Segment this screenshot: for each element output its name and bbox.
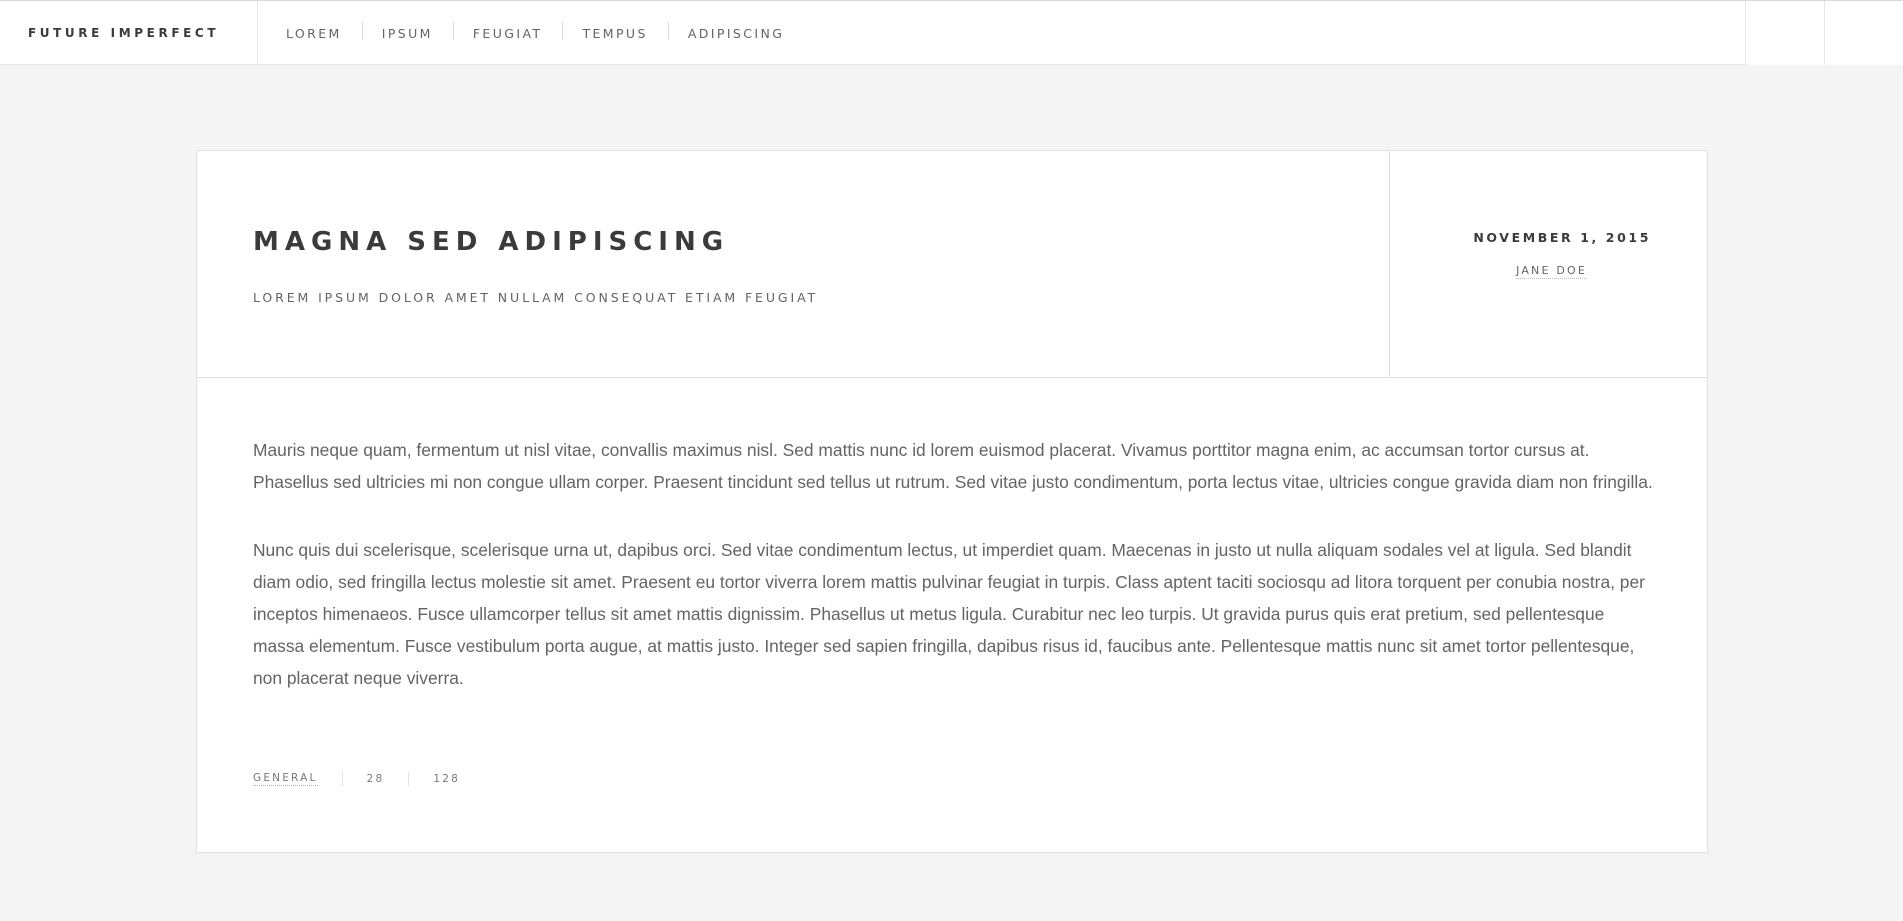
post-footer: GENERAL 28 128 bbox=[253, 772, 460, 786]
top-header: FUTURE IMPERFECT LOREM IPSUM FEUGIAT TEM… bbox=[0, 0, 1903, 65]
nav-item-feugiat[interactable]: FEUGIAT bbox=[473, 26, 543, 41]
menu-button[interactable] bbox=[1824, 1, 1903, 65]
footer-divider bbox=[341, 772, 343, 786]
footer-divider bbox=[408, 772, 410, 786]
post-date: NOVEMBER 1, 2015 bbox=[1473, 230, 1651, 245]
post-category-link[interactable]: GENERAL bbox=[253, 772, 318, 786]
post-card: MAGNA SED ADIPISCING LOREM IPSUM DOLOR A… bbox=[196, 150, 1708, 853]
post-comments-count[interactable]: 128 bbox=[433, 773, 460, 785]
post-title-block: MAGNA SED ADIPISCING LOREM IPSUM DOLOR A… bbox=[197, 151, 1390, 377]
nav-divider bbox=[667, 22, 669, 40]
nav-item-tempus[interactable]: TEMPUS bbox=[582, 26, 647, 41]
post-meta: NOVEMBER 1, 2015 JANE DOE bbox=[1390, 151, 1707, 377]
post-subtitle: LOREM IPSUM DOLOR AMET NULLAM CONSEQUAT … bbox=[253, 290, 819, 305]
post-body: Mauris neque quam, fermentum ut nisl vit… bbox=[253, 434, 1653, 730]
nav-divider bbox=[562, 22, 564, 40]
nav-item-lorem[interactable]: LOREM bbox=[286, 26, 342, 41]
nav-item-ipsum[interactable]: IPSUM bbox=[382, 26, 433, 41]
post-paragraph: Mauris neque quam, fermentum ut nisl vit… bbox=[253, 440, 1653, 492]
main-nav: LOREM IPSUM FEUGIAT TEMPUS ADIPISCING bbox=[258, 1, 784, 65]
header-actions bbox=[1745, 1, 1903, 65]
search-button[interactable] bbox=[1745, 1, 1824, 65]
nav-item-adipiscing[interactable]: ADIPISCING bbox=[688, 26, 784, 41]
post-author[interactable]: JANE DOE bbox=[1516, 264, 1587, 279]
nav-divider bbox=[361, 22, 363, 40]
post-header: MAGNA SED ADIPISCING LOREM IPSUM DOLOR A… bbox=[197, 151, 1707, 378]
post-title[interactable]: MAGNA SED ADIPISCING bbox=[253, 227, 729, 257]
post-paragraph: Nunc quis dui scelerisque, scelerisque u… bbox=[253, 540, 1645, 688]
nav-divider bbox=[452, 22, 454, 40]
post-likes-count[interactable]: 28 bbox=[367, 773, 385, 785]
site-brand[interactable]: FUTURE IMPERFECT bbox=[0, 1, 258, 65]
